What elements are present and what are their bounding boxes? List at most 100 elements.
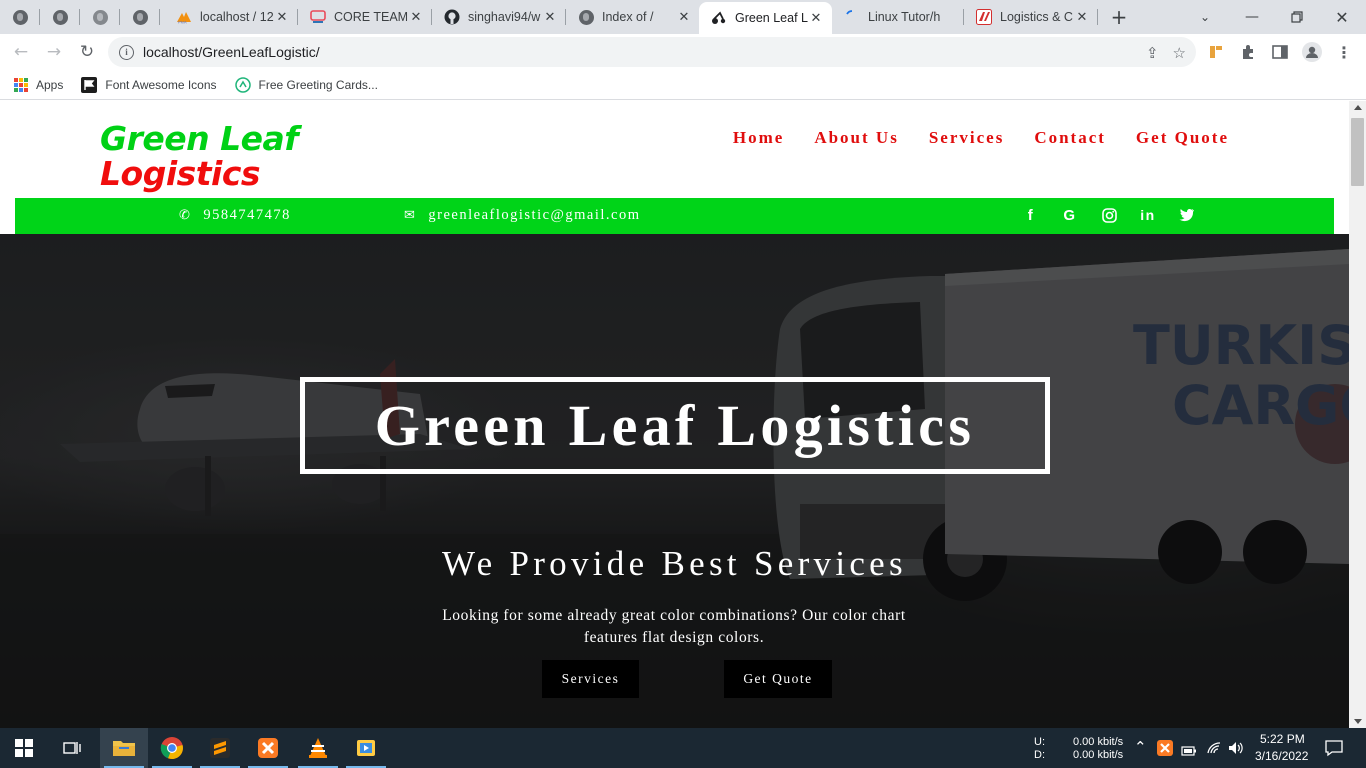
tab-phpmyadmin[interactable]: PMA localhost / 12 ✕ xyxy=(164,0,298,34)
tab-4[interactable] xyxy=(120,0,160,34)
close-tab-icon[interactable]: ✕ xyxy=(808,10,824,26)
address-url[interactable]: localhost/GreenLeafLogistic/ xyxy=(143,44,320,60)
share-icon[interactable]: ⇪ xyxy=(1146,44,1159,62)
flag-icon xyxy=(81,76,98,93)
instagram-icon[interactable] xyxy=(1100,206,1118,224)
file-explorer-icon[interactable] xyxy=(100,728,148,768)
extension-tool-icon[interactable] xyxy=(1206,42,1226,62)
bookmark-font-awesome[interactable]: Font Awesome Icons xyxy=(81,76,217,93)
globe-icon xyxy=(132,9,148,25)
tab-search-icon[interactable]: ⌄ xyxy=(1193,6,1217,28)
xampp-icon[interactable] xyxy=(244,728,292,768)
xampp-tray-icon[interactable] xyxy=(1157,740,1173,760)
net-down-label: D: xyxy=(1034,749,1045,761)
forward-button[interactable]: → xyxy=(41,39,67,65)
chrome-icon[interactable] xyxy=(148,728,196,768)
close-tab-icon[interactable]: ✕ xyxy=(274,9,290,25)
nav-home[interactable]: Home xyxy=(733,128,784,148)
tab-3[interactable] xyxy=(80,0,120,34)
sublime-text-icon[interactable] xyxy=(196,728,244,768)
hero-services-button[interactable]: Services xyxy=(542,660,639,698)
site-info-icon[interactable]: i xyxy=(119,44,134,60)
globe-icon xyxy=(92,9,108,25)
clock-date[interactable]: 3/16/2022 xyxy=(1255,749,1308,763)
vlc-icon[interactable] xyxy=(294,728,342,768)
tab-github[interactable]: singhavi94/w ✕ xyxy=(432,0,566,34)
nav-contact[interactable]: Contact xyxy=(1034,128,1106,148)
email-contact[interactable]: ✉ greenleaflogistic@gmail.com xyxy=(404,207,641,224)
github-icon xyxy=(444,9,460,25)
bookmarks-bar: Apps Font Awesome Icons Free Greeting Ca… xyxy=(0,70,1366,100)
start-button[interactable] xyxy=(0,728,48,768)
address-bar[interactable]: i localhost/GreenLeafLogistic/ ⇪ ☆ xyxy=(108,37,1196,67)
page-scrollbar[interactable] xyxy=(1349,101,1366,728)
globe-icon xyxy=(52,9,68,25)
tab-linux-tutor[interactable]: Linux Tutor/h xyxy=(832,0,964,34)
globe-icon xyxy=(578,9,594,25)
globe-icon xyxy=(12,9,28,25)
net-up-speed: 0.00 kbit/s xyxy=(1073,736,1124,748)
side-panel-icon[interactable] xyxy=(1270,42,1290,62)
notifications-icon[interactable] xyxy=(1325,739,1343,761)
phone-icon: ✆ xyxy=(179,208,192,223)
scroll-up-icon[interactable] xyxy=(1354,105,1362,110)
menu-kebab-icon[interactable]: ⋮ xyxy=(1334,42,1354,62)
scrollbar-thumb[interactable] xyxy=(1351,118,1364,186)
tab-green-leaf-active[interactable]: Green Leaf Lo ✕ xyxy=(699,2,832,34)
back-button[interactable]: ← xyxy=(8,39,34,65)
bookmark-apps[interactable]: Apps xyxy=(14,77,63,92)
close-window-button[interactable]: ✕ xyxy=(1330,6,1354,28)
new-tab-button[interactable]: + xyxy=(1107,5,1131,29)
clock-time[interactable]: 5:22 PM xyxy=(1260,732,1305,746)
linkedin-icon[interactable]: in xyxy=(1139,206,1157,224)
tab-1[interactable] xyxy=(0,0,40,34)
logo-line-1: Green Leaf xyxy=(100,119,299,158)
scroll-down-icon[interactable] xyxy=(1354,719,1362,724)
logistics-icon xyxy=(976,9,992,25)
restore-button[interactable] xyxy=(1285,6,1309,28)
windows-taskbar: U: D: 0.00 kbit/s 0.00 kbit/s ⌃ 5:22 PM … xyxy=(0,728,1366,768)
twitter-icon[interactable] xyxy=(1178,206,1196,224)
reload-button[interactable]: ↻ xyxy=(74,39,100,65)
minimize-button[interactable]: — xyxy=(1240,6,1264,28)
google-icon[interactable]: G xyxy=(1061,206,1079,224)
nav-services[interactable]: Services xyxy=(929,128,1004,148)
bookmark-star-icon[interactable]: ☆ xyxy=(1173,44,1186,62)
nav-about-us[interactable]: About Us xyxy=(814,128,899,148)
greeting-icon xyxy=(234,76,251,93)
hero-subtitle: We Provide Best Services xyxy=(442,544,907,583)
envelope-icon: ✉ xyxy=(404,208,417,223)
contact-info-bar: ✆ 9584747478 ✉ greenleaflogistic@gmail.c… xyxy=(15,198,1334,234)
profile-avatar-icon[interactable] xyxy=(1302,42,1322,62)
hero-description: Looking for some already great color com… xyxy=(442,607,906,646)
extensions-puzzle-icon[interactable] xyxy=(1238,42,1258,62)
tab-index-of[interactable]: Index of / ✕ xyxy=(566,0,700,34)
bookmark-greeting-cards[interactable]: Free Greeting Cards... xyxy=(234,76,378,93)
close-tab-icon[interactable]: ✕ xyxy=(408,9,424,25)
main-navigation: Home About Us Services Contact Get Quote xyxy=(733,128,1229,148)
nav-get-quote[interactable]: Get Quote xyxy=(1136,128,1229,148)
social-links: f G in xyxy=(1022,206,1196,224)
tab-2[interactable] xyxy=(40,0,80,34)
loading-icon xyxy=(844,9,860,25)
wifi-icon[interactable] xyxy=(1206,740,1222,760)
site-logo[interactable]: Green Leaf Logistics xyxy=(100,119,299,191)
hero-get-quote-button[interactable]: Get Quote xyxy=(724,660,832,698)
close-tab-icon[interactable]: ✕ xyxy=(676,9,692,25)
page-viewport: Green Leaf Logistics Home About Us Servi… xyxy=(0,101,1349,728)
phone-contact[interactable]: ✆ 9584747478 xyxy=(179,207,291,224)
close-tab-icon[interactable]: ✕ xyxy=(1074,9,1090,25)
battery-icon[interactable] xyxy=(1181,742,1197,761)
volume-icon[interactable] xyxy=(1228,740,1244,760)
tab-core-team[interactable]: CORE TEAM ✕ xyxy=(298,0,432,34)
hero-title-box: Green Leaf Logistics xyxy=(300,377,1050,474)
phpmyadmin-icon: PMA xyxy=(176,9,192,25)
task-view-icon[interactable] xyxy=(48,728,96,768)
browser-toolbar: ← → ↻ i localhost/GreenLeafLogistic/ ⇪ ☆… xyxy=(0,34,1366,70)
close-tab-icon[interactable]: ✕ xyxy=(542,9,558,25)
tab-logistics[interactable]: Logistics & C ✕ xyxy=(964,0,1098,34)
media-player-icon[interactable] xyxy=(342,728,390,768)
facebook-icon[interactable]: f xyxy=(1022,206,1040,224)
show-hidden-icons-icon[interactable]: ⌃ xyxy=(1134,738,1147,756)
hero-banner: TURKISH CARGO Green Leaf Logistics We Pr… xyxy=(0,234,1349,728)
